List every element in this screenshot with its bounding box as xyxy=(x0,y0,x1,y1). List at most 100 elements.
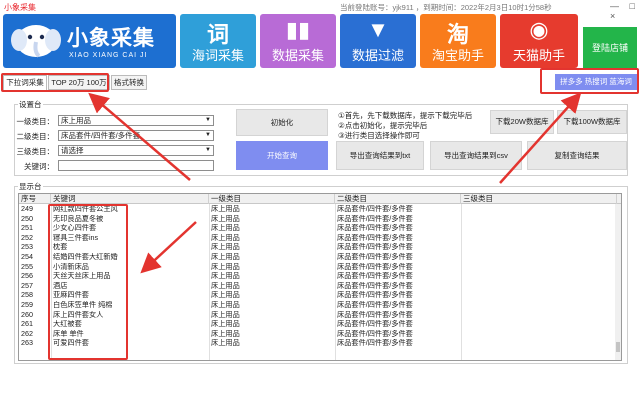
row-number: 260 xyxy=(21,310,33,319)
row-level2: 床品套件/四件套/多件套 xyxy=(337,272,413,281)
nav-tile-label: 淘宝助手 xyxy=(431,48,484,63)
window-controls[interactable]: — □ × xyxy=(610,1,640,21)
funnel-icon: ▼ xyxy=(367,17,389,42)
table-header: 序号 关键词 一级类目 二级类目 三级类目 xyxy=(19,194,621,204)
bar-chart-icon: ▮▮ xyxy=(285,17,311,42)
level1-value: 床上用品 xyxy=(61,116,91,125)
app-title: 小象采集 xyxy=(4,3,36,12)
row-level2: 床品套件/四件套/多件套 xyxy=(337,291,413,300)
init-button[interactable]: 初始化 xyxy=(236,109,328,136)
row-level2: 床品套件/四件套/多件套 xyxy=(337,329,413,338)
account-info: 当前登陆账号：yjk911 ，到期时间：2022年2月3日10时1分58秒 xyxy=(340,3,552,12)
column-header-keyword[interactable]: 关键词 xyxy=(51,194,209,204)
hint-step-3: ③进行类目选择操作即可 xyxy=(338,131,420,140)
row-level2: 床品套件/四件套/多件套 xyxy=(337,310,413,319)
level2-label: 二级类目： xyxy=(16,132,55,141)
app-logo: 小象采集 XIAO XIANG CAI JI xyxy=(3,14,176,68)
row-level1: 床上用品 xyxy=(211,243,240,252)
column-header-no[interactable]: 序号 xyxy=(19,194,51,204)
login-store-button[interactable]: 登陆店铺 xyxy=(583,27,637,69)
nav-tile-label: 海词采集 xyxy=(191,48,244,63)
row-number: 255 xyxy=(21,262,33,271)
row-number: 251 xyxy=(21,224,33,233)
row-number: 259 xyxy=(21,301,33,309)
download-100w-button[interactable]: 下载100W数据库 xyxy=(557,110,627,134)
download-20w-button[interactable]: 下载20W数据库 xyxy=(490,110,554,134)
level3-select[interactable]: 请选择 ▼ xyxy=(58,145,214,156)
nav-tile-tmall[interactable]: ◉ 天猫助手 xyxy=(500,14,578,68)
row-level1: 床上用品 xyxy=(211,253,240,261)
row-level1: 床上用品 xyxy=(211,310,240,319)
nav-tile-label: 数据采集 xyxy=(271,48,324,63)
column-header-level2[interactable]: 二级类目 xyxy=(335,194,461,204)
row-level2: 床品套件/四件套/多件套 xyxy=(337,281,413,290)
row-level2: 床品套件/四件套/多件套 xyxy=(337,253,413,261)
level3-label: 三级类目： xyxy=(16,147,55,156)
nav-tile-haici[interactable]: 词 海词采集 xyxy=(180,14,256,68)
highlight-box-platform xyxy=(540,68,639,94)
level1-label: 一级类目： xyxy=(16,117,55,126)
row-number: 253 xyxy=(21,243,33,252)
copy-results-button[interactable]: 复制查询结果 xyxy=(527,141,627,170)
row-level1: 床上用品 xyxy=(211,329,240,338)
logo-text: 小象采集 xyxy=(67,27,155,50)
row-level2: 床品套件/四件套/多件套 xyxy=(337,262,413,271)
nav-tile-label: 数据过滤 xyxy=(351,48,404,63)
settings-group-label: 设置台 xyxy=(18,99,43,110)
level1-select[interactable]: 床上用品 ▼ xyxy=(58,115,214,126)
row-level1: 床上用品 xyxy=(211,224,240,233)
chevron-down-icon: ▼ xyxy=(205,147,211,153)
column-header-level3[interactable]: 三级类目 xyxy=(461,194,617,204)
row-level1: 床上用品 xyxy=(211,339,240,348)
row-number: 254 xyxy=(21,253,33,261)
column-header-level1[interactable]: 一级类目 xyxy=(209,194,335,204)
row-level1: 床上用品 xyxy=(211,291,240,300)
tmall-cat-icon: ◉ xyxy=(529,17,549,42)
results-group-label: 显示台 xyxy=(18,181,43,192)
row-number: 263 xyxy=(21,339,33,348)
row-number: 249 xyxy=(21,205,33,213)
nav-tile-data-collect[interactable]: ▮▮ 数据采集 xyxy=(260,14,336,68)
nav-tile-taobao[interactable]: 淘 淘宝助手 xyxy=(420,14,496,68)
row-level1: 床上用品 xyxy=(211,233,240,242)
row-level2: 床品套件/四件套/多件套 xyxy=(337,214,413,223)
status-area xyxy=(0,367,640,401)
row-level1: 床上用品 xyxy=(211,320,240,329)
row-number: 250 xyxy=(21,214,33,223)
elephant-icon xyxy=(11,25,61,58)
title-bar: 小象采集 当前登陆账号：yjk911 ，到期时间：2022年2月3日10时1分5… xyxy=(0,0,640,21)
chevron-down-icon: ▼ xyxy=(205,132,211,138)
highlight-box-tabs xyxy=(1,73,109,92)
row-level1: 床上用品 xyxy=(211,281,240,290)
row-level1: 床上用品 xyxy=(211,214,240,223)
row-level2: 床品套件/四件套/多件套 xyxy=(337,320,413,329)
level2-value: 床品套件/四件套/多件套 xyxy=(61,131,141,140)
row-number: 258 xyxy=(21,291,33,300)
nav-tile-label: 天猫助手 xyxy=(512,48,565,63)
row-level2: 床品套件/四件套/多件套 xyxy=(337,301,413,309)
row-level1: 床上用品 xyxy=(211,205,240,213)
row-level1: 床上用品 xyxy=(211,272,240,281)
chevron-down-icon: ▼ xyxy=(205,117,211,123)
row-number: 256 xyxy=(21,272,33,281)
keyword-label: 关键词： xyxy=(24,162,54,171)
row-level2: 床品套件/四件套/多件套 xyxy=(337,339,413,348)
nav-tile-data-filter[interactable]: ▼ 数据过滤 xyxy=(340,14,416,68)
row-level1: 床上用品 xyxy=(211,262,240,271)
scrollbar-thumb[interactable] xyxy=(616,342,620,352)
highlight-box-keywords xyxy=(48,204,128,360)
level2-select[interactable]: 床品套件/四件套/多件套 ▼ xyxy=(58,130,214,141)
row-number: 262 xyxy=(21,329,33,338)
tab-format-convert[interactable]: 格式转换 xyxy=(111,75,147,90)
row-number: 257 xyxy=(21,281,33,290)
logo-pinyin: XIAO XIANG CAI JI xyxy=(69,52,148,59)
row-level2: 床品套件/四件套/多件套 xyxy=(337,224,413,233)
vertical-scrollbar[interactable] xyxy=(615,204,621,360)
export-txt-button[interactable]: 导出查询结果到txt xyxy=(336,141,424,170)
row-level2: 床品套件/四件套/多件套 xyxy=(337,243,413,252)
row-number: 252 xyxy=(21,233,33,242)
keyword-input[interactable] xyxy=(58,160,214,171)
export-csv-button[interactable]: 导出查询结果到csv xyxy=(430,141,522,170)
start-query-button[interactable]: 开始查询 xyxy=(236,141,328,170)
row-number: 261 xyxy=(21,320,33,329)
